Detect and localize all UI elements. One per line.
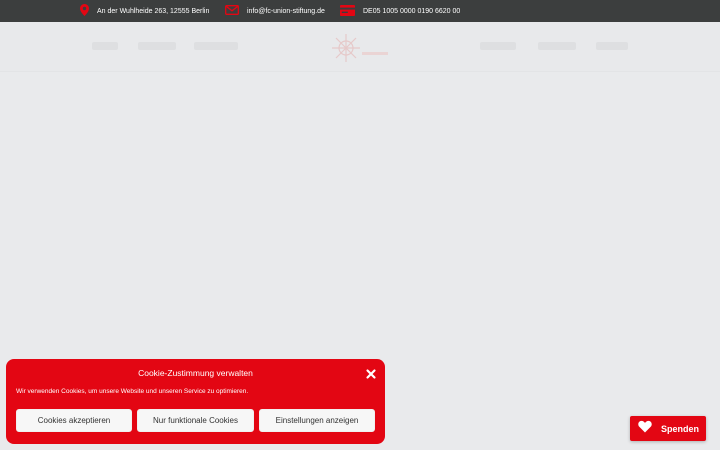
main-navigation [0,22,720,72]
address-text: An der Wuhlheide 263, 12555 Berlin [97,7,210,15]
bank-iban: DE05 1005 0000 0190 6620 00 [363,7,461,15]
credit-card-icon [340,4,355,18]
email-item[interactable]: info@fc-union-stiftung.de [225,0,325,22]
show-settings-button[interactable]: Einstellungen anzeigen [259,409,375,432]
donate-label: Spenden [661,423,700,434]
nav-dropdown[interactable] [194,42,238,50]
cookie-banner-text: Wir verwenden Cookies, um unsere Website… [16,388,249,395]
functional-cookies-button[interactable]: Nur funktionale Cookies [137,409,254,432]
heart-icon [638,420,652,438]
nav-link[interactable] [480,42,516,50]
nav-link[interactable] [596,42,628,50]
cookie-banner-title: Cookie-Zustimmung verwalten [138,368,253,378]
map-pin-icon [80,4,89,18]
nav-link[interactable] [92,42,118,50]
close-icon[interactable] [365,367,377,379]
mail-icon [225,5,239,17]
accept-cookies-button[interactable]: Cookies akzeptieren [16,409,132,432]
donate-button[interactable]: Spenden [630,416,706,441]
site-logo[interactable] [328,28,392,68]
address-item: An der Wuhlheide 263, 12555 Berlin [80,0,209,22]
cookie-consent-banner: Cookie-Zustimmung verwalten Wir verwende… [6,359,385,444]
top-info-bar: An der Wuhlheide 263, 12555 Berlin info@… [0,0,720,22]
email-link[interactable]: info@fc-union-stiftung.de [247,8,325,15]
bank-item: DE05 1005 0000 0190 6620 00 [340,0,460,22]
nav-link[interactable] [138,42,176,50]
nav-link[interactable] [538,42,576,50]
